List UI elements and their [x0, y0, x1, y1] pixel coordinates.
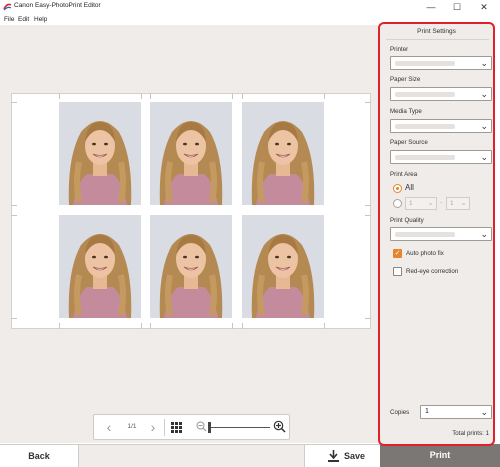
- paper-source-dropdown[interactable]: ⌄: [390, 150, 492, 164]
- printer-dropdown[interactable]: ⌄: [390, 56, 492, 70]
- printer-value-redacted: [395, 61, 455, 66]
- chevron-down-icon: ⌄: [427, 198, 434, 207]
- media-type-label: Media Type: [390, 108, 422, 115]
- zoom-in-icon[interactable]: [273, 420, 286, 433]
- print-area-all-label: All: [405, 183, 414, 192]
- crop-mark: [141, 93, 142, 99]
- app-logo-icon: [3, 3, 12, 11]
- crop-mark: [242, 93, 243, 99]
- back-button[interactable]: Back: [0, 444, 79, 467]
- zoom-slider-thumb[interactable]: [208, 422, 211, 433]
- crop-mark: [365, 215, 371, 216]
- range-from-dropdown[interactable]: 1 ⌄: [405, 197, 437, 210]
- auto-photo-fix-checkbox[interactable]: ✓: [393, 249, 402, 258]
- crop-mark: [11, 102, 17, 103]
- menu-file[interactable]: File: [4, 16, 14, 23]
- download-icon: [328, 450, 339, 462]
- print-area-label: Print Area: [390, 171, 418, 178]
- minimize-button[interactable]: —: [421, 0, 441, 14]
- menu-edit[interactable]: Edit: [18, 16, 29, 23]
- photo-6[interactable]: [242, 215, 324, 318]
- window-title: Canon Easy-PhotoPrint Editor: [14, 2, 101, 9]
- range-to-dropdown[interactable]: 1 ⌄: [446, 197, 470, 210]
- paper-size-value-redacted: [395, 92, 455, 97]
- printer-label: Printer: [390, 46, 409, 53]
- crop-mark: [59, 93, 60, 99]
- range-separator: -: [440, 199, 443, 206]
- chevron-down-icon: ⌄: [480, 58, 488, 68]
- save-label: Save: [344, 451, 366, 461]
- previous-page-button[interactable]: ‹: [102, 419, 116, 436]
- grid-view-icon[interactable]: [171, 422, 182, 433]
- print-settings-panel: Print Settings Printer ⌄ Paper Size ⌄ Me…: [378, 22, 495, 446]
- total-prints: Total prints: 1: [452, 430, 489, 437]
- panel-title: Print Settings: [417, 28, 456, 35]
- print-quality-dropdown[interactable]: ⌄: [390, 227, 492, 241]
- photo-1[interactable]: [59, 102, 141, 205]
- copies-dropdown[interactable]: 1 ⌄: [420, 405, 492, 419]
- chevron-down-icon: ⌄: [480, 152, 488, 162]
- auto-photo-fix-label: Auto photo fix: [406, 250, 444, 257]
- crop-mark: [365, 102, 371, 103]
- print-preview-paper[interactable]: [11, 93, 371, 329]
- range-from-value: 1: [409, 200, 413, 207]
- crop-mark: [232, 323, 233, 329]
- menu-help[interactable]: Help: [34, 16, 47, 23]
- range-to-value: 1: [450, 200, 454, 207]
- page-indicator: 1/1: [127, 423, 137, 430]
- photo-5[interactable]: [150, 215, 232, 318]
- paper-source-label: Paper Source: [390, 139, 428, 146]
- photo-4[interactable]: [59, 215, 141, 318]
- crop-mark: [59, 323, 60, 329]
- toolbar-divider: [164, 419, 165, 436]
- maximize-button[interactable]: ☐: [447, 0, 467, 14]
- save-button[interactable]: Save: [304, 444, 380, 467]
- zoom-slider-track[interactable]: [210, 427, 270, 428]
- close-button[interactable]: ✕: [474, 0, 494, 14]
- chevron-down-icon: ⌄: [480, 229, 488, 239]
- chevron-down-icon: ⌄: [480, 121, 488, 131]
- red-eye-label: Red-eye correction: [406, 268, 459, 275]
- paper-source-value-redacted: [395, 155, 455, 160]
- preview-toolbar: ‹ 1/1 ›: [93, 414, 290, 440]
- print-area-all-radio[interactable]: [393, 184, 402, 193]
- print-quality-label: Print Quality: [390, 217, 424, 224]
- print-button[interactable]: Print: [380, 444, 500, 467]
- media-type-value-redacted: [395, 124, 455, 129]
- print-area-range-radio[interactable]: [393, 199, 402, 208]
- crop-mark: [242, 323, 243, 329]
- crop-mark: [11, 215, 17, 216]
- zoom-out-icon[interactable]: [196, 421, 207, 432]
- crop-mark: [365, 205, 371, 206]
- paper-size-label: Paper Size: [390, 76, 421, 83]
- panel-divider: [386, 39, 489, 40]
- crop-mark: [141, 323, 142, 329]
- crop-mark: [324, 93, 325, 99]
- crop-mark: [11, 205, 17, 206]
- media-type-dropdown[interactable]: ⌄: [390, 119, 492, 133]
- crop-mark: [150, 93, 151, 99]
- copies-value: 1: [425, 408, 429, 415]
- crop-mark: [232, 93, 233, 99]
- copies-label: Copies: [390, 409, 410, 416]
- photo-2[interactable]: [150, 102, 232, 205]
- print-quality-value-redacted: [395, 232, 455, 237]
- crop-mark: [365, 318, 371, 319]
- crop-mark: [11, 318, 17, 319]
- chevron-down-icon: ⌄: [480, 407, 488, 417]
- crop-mark: [150, 323, 151, 329]
- title-bar: Canon Easy-PhotoPrint Editor — ☐ ✕: [0, 0, 500, 14]
- bottom-bar: [79, 444, 304, 467]
- red-eye-checkbox[interactable]: [393, 267, 402, 276]
- crop-mark: [324, 323, 325, 329]
- next-page-button[interactable]: ›: [146, 419, 160, 436]
- chevron-down-icon: ⌄: [480, 89, 488, 99]
- chevron-down-icon: ⌄: [460, 198, 467, 207]
- paper-size-dropdown[interactable]: ⌄: [390, 87, 492, 101]
- photo-3[interactable]: [242, 102, 324, 205]
